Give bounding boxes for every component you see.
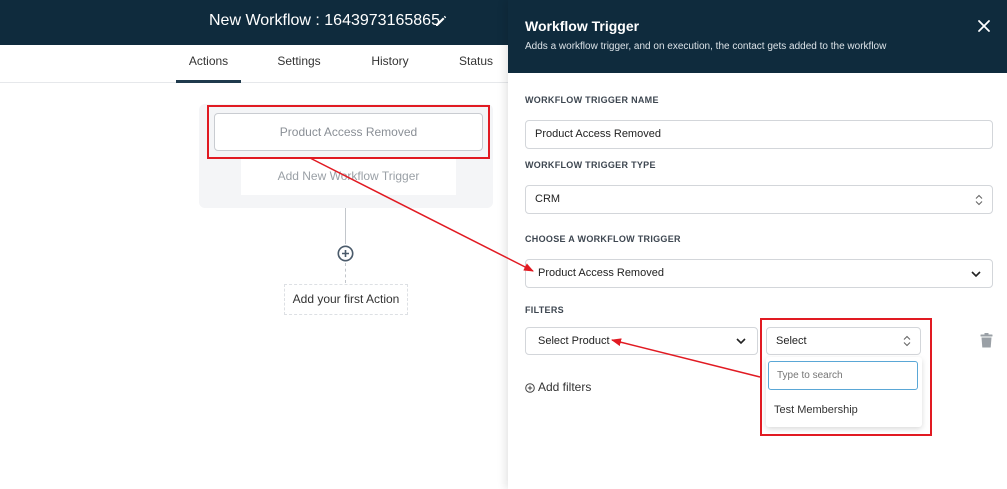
tab-status[interactable]: Status [452,45,500,83]
close-icon[interactable] [977,19,991,33]
trash-icon[interactable] [980,333,993,348]
workflow-header: New Workflow : 1643973165865 [0,0,508,45]
plus-circle-icon[interactable] [337,245,354,262]
chevron-down-icon [736,338,746,345]
trigger-type-label: WORKFLOW TRIGGER TYPE [525,160,656,170]
trigger-drawer: Workflow Trigger Adds a workflow trigger… [508,0,1007,489]
updown-arrows-icon [975,194,983,206]
connector-line-dashed [345,263,346,283]
filter-field-select[interactable]: Select Product [525,327,758,355]
workflow-tabs: Actions Settings History Status [0,45,508,83]
add-first-action-button[interactable]: Add your first Action [284,284,408,315]
chevron-down-icon [971,271,981,278]
tab-history[interactable]: History [360,45,420,83]
highlight-box [760,318,932,436]
choose-trigger-value: Product Access Removed [538,267,664,279]
add-filters-button[interactable]: Add filters [525,380,591,394]
trigger-type-select[interactable]: CRM [525,185,993,214]
workflow-title: New Workflow : 1643973165865 [209,12,440,29]
trigger-type-value: CRM [535,193,561,205]
drawer-header: Workflow Trigger Adds a workflow trigger… [508,0,1007,73]
filter-field-value: Select Product [538,335,610,347]
drawer-subtitle: Adds a workflow trigger, and on executio… [525,41,887,52]
connector-line [345,208,346,244]
add-filters-label: Add filters [538,380,592,394]
filters-label: FILTERS [525,305,564,315]
tab-settings[interactable]: Settings [268,45,330,83]
plus-circle-icon [525,383,535,393]
pencil-icon[interactable] [434,14,448,28]
choose-trigger-select[interactable]: Product Access Removed [525,259,993,288]
trigger-name-label: WORKFLOW TRIGGER NAME [525,95,659,105]
trigger-name-input[interactable]: Product Access Removed [525,120,993,149]
choose-trigger-label: CHOOSE A WORKFLOW TRIGGER [525,234,681,244]
add-trigger-button[interactable]: Add New Workflow Trigger [241,157,456,195]
drawer-title: Workflow Trigger [525,18,640,34]
highlight-box [207,105,490,159]
tab-actions[interactable]: Actions [176,45,241,83]
